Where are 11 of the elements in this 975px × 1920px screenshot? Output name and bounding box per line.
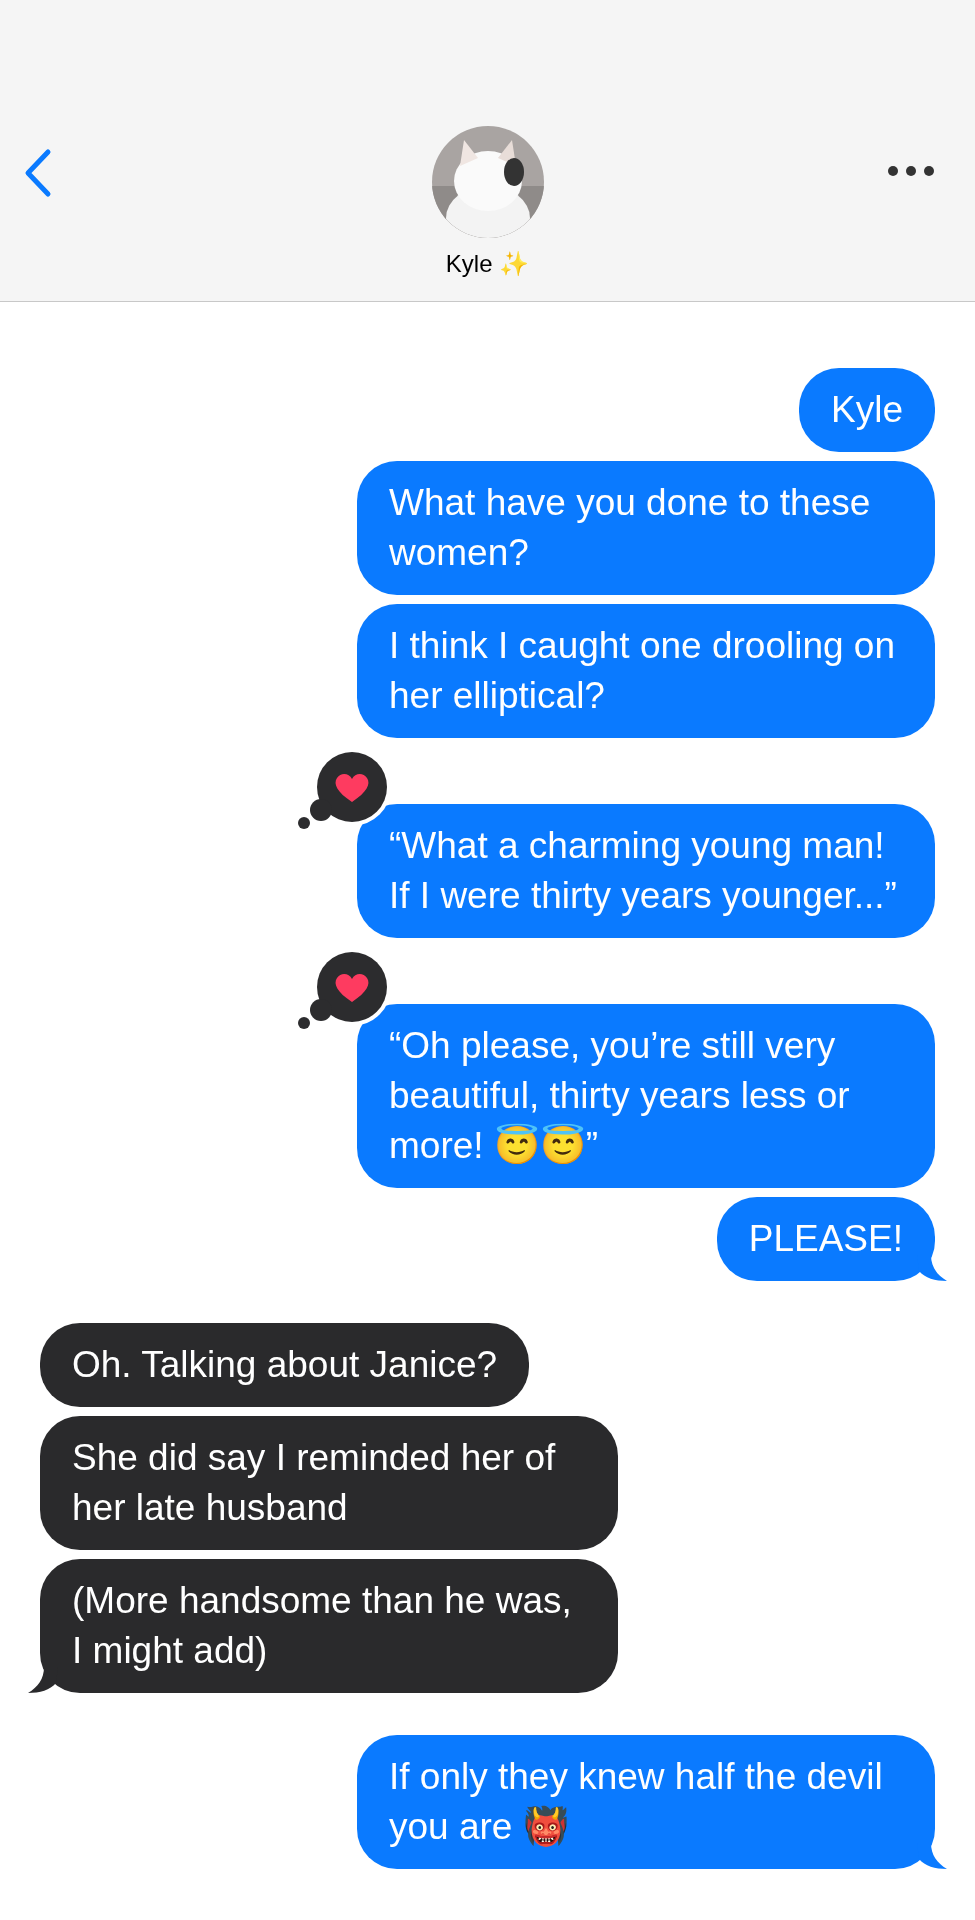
bubble-tail <box>917 1255 947 1281</box>
message-bubble: She did say I reminded her of her late husband <box>40 1416 618 1550</box>
more-icon[interactable] <box>887 165 935 177</box>
contact-name[interactable]: Kyle ✨ <box>445 250 530 278</box>
bubble-tail <box>28 1667 58 1693</box>
bubble-tail <box>917 1843 947 1869</box>
message-bubble: I think I caught one drooling on her elliptical? <box>357 604 935 738</box>
message-bubble: Oh. Talking about Janice? <box>40 1323 530 1407</box>
message-bubble: Kyle <box>799 368 935 452</box>
back-icon[interactable] <box>23 148 53 198</box>
message-bubble: What have you done to these women? <box>357 461 935 595</box>
